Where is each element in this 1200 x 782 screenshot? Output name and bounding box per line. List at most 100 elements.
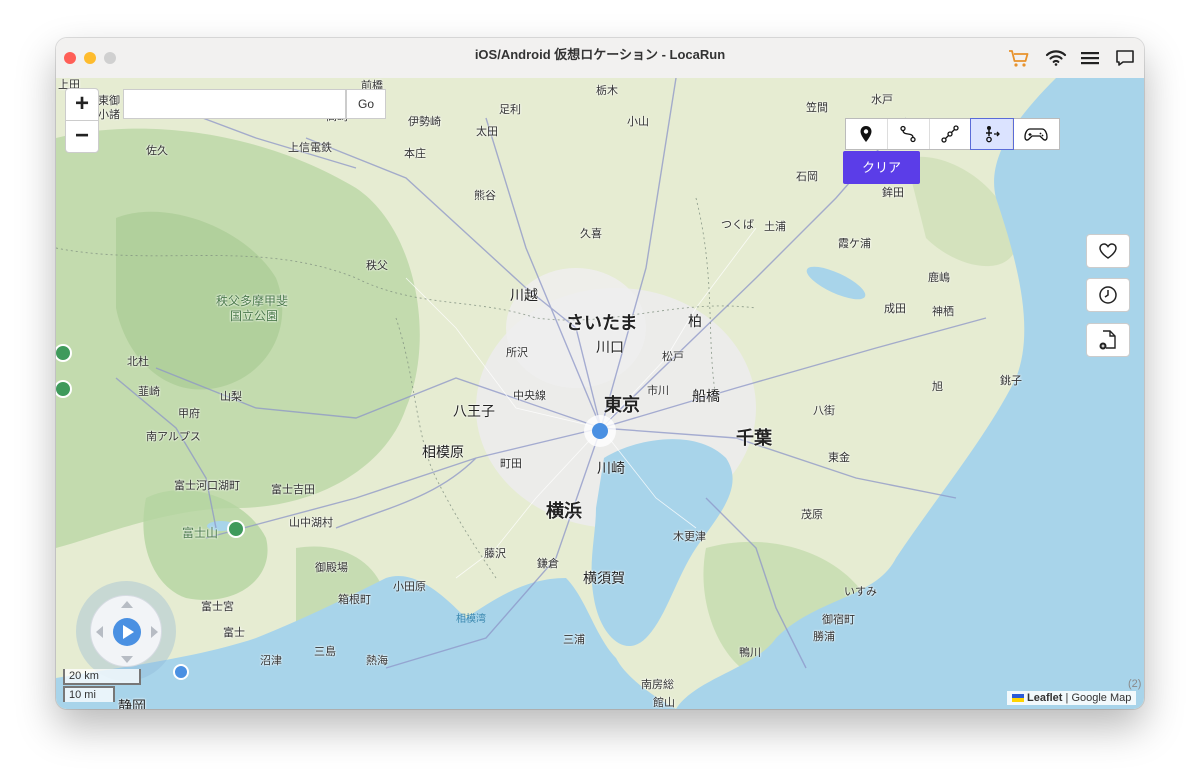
arrow-up-icon <box>121 601 133 608</box>
map-label: 鎌倉 <box>537 558 559 570</box>
map-label: 藤沢 <box>484 548 506 560</box>
joystick-control[interactable] <box>76 581 176 681</box>
google-map-link[interactable]: Google Map <box>1071 692 1131 704</box>
clear-button[interactable]: クリア <box>843 151 920 184</box>
map-label: 中央線 <box>513 390 546 402</box>
joystick-arrows <box>96 601 158 663</box>
map-label: 南アルプス <box>146 431 201 443</box>
wifi-icon[interactable] <box>1044 47 1068 69</box>
current-location-dot <box>592 423 608 439</box>
zoom-control: + − <box>65 88 99 153</box>
mountain-poi-icon <box>227 520 245 538</box>
map-label: さいたま <box>566 313 638 333</box>
attribution-separator: | <box>1065 692 1069 704</box>
map-label: 上信電鉄 <box>288 142 332 154</box>
map-label: 富士吉田 <box>271 484 315 496</box>
arrow-left-icon <box>96 626 103 638</box>
map-label: 相模湾 <box>456 614 486 625</box>
map-label: 南房総 <box>641 679 674 691</box>
map-label: 水戸 <box>871 94 893 106</box>
map-label: 柏 <box>688 313 702 329</box>
map-label: 太田 <box>476 126 498 138</box>
leaflet-link[interactable]: Leaflet <box>1027 692 1062 704</box>
teleport-mode-button[interactable] <box>846 119 888 149</box>
map-label: 静岡 <box>118 698 146 709</box>
map-label: 銚子 <box>1000 375 1022 387</box>
map-label: 霞ケ浦 <box>838 238 871 250</box>
map-label: 三浦 <box>563 634 585 646</box>
map-label: 御殿場 <box>315 562 348 574</box>
map-label: 山中湖村 <box>289 517 333 529</box>
map-label: 足利 <box>499 104 521 116</box>
map-label: 鹿嶋 <box>928 272 950 284</box>
map-label: 石岡 <box>796 171 818 183</box>
map-label: 箱根町 <box>338 594 371 606</box>
ukraine-flag-icon <box>1012 694 1024 703</box>
map-label: 小田原 <box>393 581 426 593</box>
two-spot-mode-button[interactable] <box>888 119 930 149</box>
menu-icon[interactable] <box>1078 47 1102 69</box>
import-gpx-icon <box>1099 330 1116 350</box>
map-label: 千葉 <box>736 428 772 448</box>
multi-spot-mode-button[interactable] <box>930 119 972 149</box>
zoom-in-button[interactable]: + <box>66 89 98 121</box>
multi-spot-mode-icon <box>941 125 959 143</box>
map-label: 川口 <box>596 339 624 355</box>
map-label: 小諸 <box>98 109 120 121</box>
jump-teleport-mode-icon <box>985 126 1000 143</box>
map-label: 鉾田 <box>882 187 904 199</box>
import-gpx-button[interactable] <box>1086 323 1130 357</box>
map-label: 甲府 <box>178 408 200 420</box>
map-label: 鴨川 <box>739 647 761 659</box>
map-label: 土浦 <box>764 221 786 233</box>
map-label: 横須賀 <box>583 570 625 586</box>
map-label: 佐久 <box>146 145 168 157</box>
window-title: iOS/Android 仮想ロケーション - LocaRun <box>474 47 726 62</box>
map-label: 川越 <box>510 287 538 303</box>
map-label: 富士 <box>223 627 245 639</box>
map-label: 三島 <box>314 646 336 658</box>
app-window: iOS/Android 仮想ロケーション - LocaRun 上田 東御 小諸 … <box>56 38 1144 709</box>
map-label: 所沢 <box>506 347 528 359</box>
arrow-down-icon <box>121 656 133 663</box>
chat-icon[interactable] <box>1113 47 1137 69</box>
map-view[interactable]: 上田 東御 小諸 前橋 高崎 伊勢崎 足利 太田 栃木 小山 水戸 笠間 佐久 … <box>56 78 1144 709</box>
map-label: 笠間 <box>806 102 828 114</box>
map-label: 勝浦 <box>813 631 835 643</box>
favorite-button[interactable] <box>1086 234 1130 268</box>
zoom-out-button[interactable]: − <box>66 121 98 152</box>
search-go-button[interactable]: Go <box>346 89 386 119</box>
scale-mi: 10 mi <box>63 686 115 702</box>
map-label: つくば <box>721 219 754 231</box>
map-label: 神栖 <box>932 306 954 318</box>
map-label: 本庄 <box>404 148 426 160</box>
map-label: 熊谷 <box>474 190 496 202</box>
map-label: いすみ <box>844 586 877 598</box>
map-label: 木更津 <box>673 531 706 543</box>
favorite-icon <box>1099 243 1117 259</box>
map-label: 栃木 <box>596 85 618 97</box>
map-label: 市川 <box>647 385 669 397</box>
mode-toolbar <box>845 118 1060 150</box>
history-icon <box>1099 286 1117 304</box>
history-button[interactable] <box>1086 278 1130 312</box>
map-label: 秩父 <box>366 260 388 272</box>
map-label: 東京 <box>604 395 640 415</box>
map-label: 船橋 <box>692 388 720 404</box>
joystick-location-dot <box>173 664 189 680</box>
map-label: 国立公園 <box>230 309 279 323</box>
scale-km: 20 km <box>63 669 141 685</box>
joystick-pad[interactable] <box>90 595 162 667</box>
joystick-mode-button[interactable] <box>1013 119 1059 149</box>
two-spot-mode-icon <box>900 125 916 143</box>
map-label: 館山 <box>653 697 675 709</box>
title-bar: iOS/Android 仮想ロケーション - LocaRun <box>56 38 1144 79</box>
map-label: 伊勢崎 <box>408 116 441 128</box>
jump-teleport-mode-button[interactable] <box>970 118 1015 150</box>
teleport-mode-icon <box>860 126 872 142</box>
cart-icon[interactable] <box>1007 47 1031 69</box>
map-label: 北杜 <box>127 356 149 368</box>
map-attribution: Leaflet | Google Map <box>1007 691 1137 705</box>
joystick-mode-icon <box>1024 128 1048 141</box>
search-input[interactable] <box>123 89 346 119</box>
